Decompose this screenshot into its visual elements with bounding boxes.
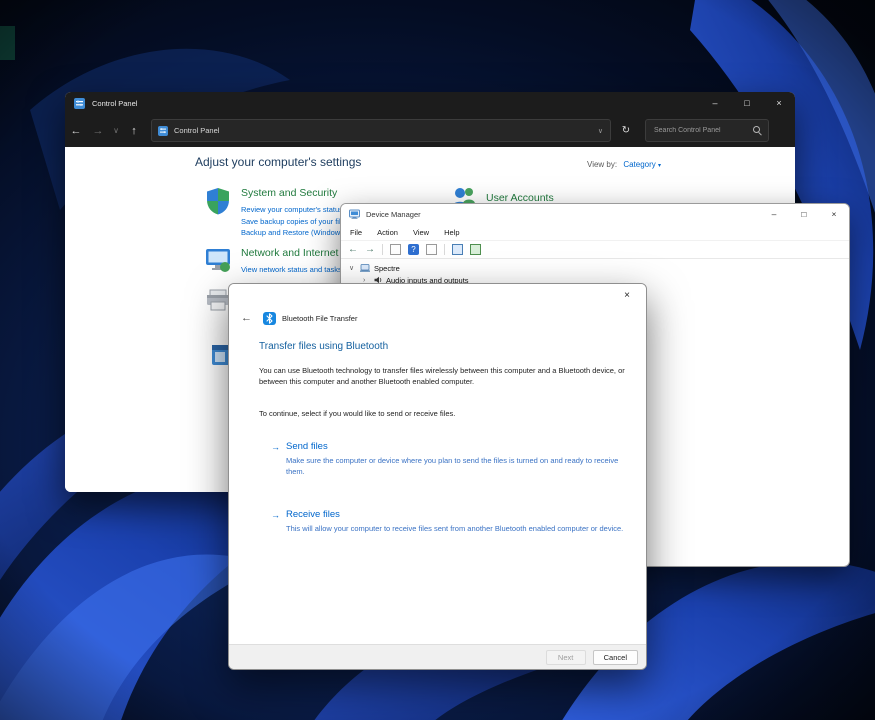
window-title: Device Manager (366, 210, 421, 219)
search-icon[interactable] (753, 126, 762, 135)
back-icon[interactable]: ← (65, 125, 87, 137)
maximize-button[interactable]: □ (731, 92, 763, 114)
intro-text: You can use Bluetooth technology to tran… (259, 365, 627, 387)
minimize-button[interactable]: – (699, 92, 731, 114)
send-files-description: Make sure the computer or device where y… (286, 455, 631, 477)
wizard-heading: Transfer files using Bluetooth (259, 341, 388, 352)
toolbar-forward-icon[interactable]: → (365, 245, 375, 255)
refresh-icon[interactable]: ↻ (615, 125, 637, 136)
device-manager-icon (349, 209, 360, 220)
toolbar-properties-icon[interactable] (426, 244, 437, 255)
dialog-content: Transfer files using Bluetooth You can u… (259, 328, 628, 644)
device-manager-titlebar[interactable]: Device Manager – □ × (341, 204, 849, 224)
tree-item-spectre[interactable]: ∨ Spectre (341, 262, 849, 274)
history-chevron-icon[interactable]: ∨ (109, 126, 123, 135)
toolbar: ← → ? (341, 240, 849, 259)
window-title: Control Panel (92, 99, 137, 108)
menu-help[interactable]: Help (444, 228, 459, 237)
menu-action[interactable]: Action (377, 228, 398, 237)
breadcrumb[interactable]: Control Panel ∨ (151, 119, 611, 142)
close-button[interactable]: × (763, 92, 795, 114)
toolbar-separator (444, 244, 445, 255)
desktop: Control Panel – □ × ← → ∨ ↑ Control Pan (0, 0, 875, 720)
send-files-link[interactable]: Send files (286, 441, 631, 452)
prompt-text: To continue, select if you would like to… (259, 408, 455, 419)
laptop-icon (360, 264, 370, 272)
breadcrumb-text: Control Panel (174, 126, 219, 135)
menu-file[interactable]: File (350, 228, 362, 237)
search-input[interactable] (646, 127, 768, 134)
receive-files-command[interactable]: → Receive files This will allow your com… (271, 509, 631, 534)
shield-icon (205, 187, 231, 215)
send-files-command[interactable]: → Send files Make sure the computer or d… (271, 441, 631, 477)
dialog-footer: Next Cancel (229, 644, 646, 669)
cancel-button[interactable]: Cancel (593, 650, 638, 665)
dialog-header: ← Bluetooth File Transfer (229, 308, 646, 328)
close-button[interactable]: × (819, 204, 849, 224)
dialog-titlebar[interactable]: × (229, 284, 646, 308)
next-button[interactable]: Next (546, 650, 586, 665)
bluetooth-file-transfer-dialog: × ← Bluetooth File Transfer Transfer fil… (228, 283, 647, 670)
view-by-value: Category (623, 160, 655, 169)
tree-label: Spectre (374, 264, 400, 273)
category-title-link[interactable]: Network and Internet (241, 247, 342, 259)
arrow-right-icon: → (271, 509, 280, 534)
bluetooth-icon (263, 312, 276, 325)
view-by-dropdown[interactable]: Category ▾ (623, 160, 661, 169)
menu-bar: File Action View Help (341, 224, 849, 240)
search-box (645, 119, 769, 142)
arrow-right-icon: → (271, 441, 280, 477)
window-controls: – □ × (759, 204, 849, 224)
window-controls: – □ × (699, 92, 795, 114)
control-panel-titlebar[interactable]: Control Panel – □ × (65, 92, 795, 114)
toolbar-separator (382, 244, 383, 255)
dialog-title: Bluetooth File Transfer (282, 314, 357, 323)
maximize-button[interactable]: □ (789, 204, 819, 224)
back-icon[interactable]: ← (241, 312, 252, 324)
network-monitor-icon (205, 247, 231, 273)
caret-down-icon: ▾ (658, 163, 661, 169)
toolbar-scan-hardware-icon[interactable] (452, 244, 463, 255)
forward-icon[interactable]: → (87, 125, 109, 137)
up-icon[interactable]: ↑ (123, 125, 145, 137)
minimize-button[interactable]: – (759, 204, 789, 224)
breadcrumb-dropdown-icon[interactable]: ∨ (598, 127, 603, 135)
view-by: View by: Category ▾ (587, 160, 661, 169)
explorer-navbar: ← → ∨ ↑ Control Panel ∨ ↻ (65, 114, 795, 147)
expander-down-icon[interactable]: ∨ (349, 264, 360, 272)
control-panel-small-icon (158, 126, 168, 136)
toolbar-help-icon[interactable]: ? (408, 244, 419, 255)
page-title: Adjust your computer's settings (195, 155, 361, 169)
menu-view[interactable]: View (413, 228, 429, 237)
category-sub-link[interactable]: View network status and tasks (241, 264, 342, 276)
toolbar-back-icon[interactable]: ← (348, 245, 358, 255)
category-title-link[interactable]: System and Security (241, 187, 404, 199)
close-icon[interactable]: × (608, 284, 646, 308)
view-by-label: View by: (587, 160, 617, 169)
receive-files-description: This will allow your computer to receive… (286, 523, 631, 534)
toolbar-update-driver-icon[interactable] (470, 244, 481, 255)
control-panel-app-icon (74, 98, 85, 109)
receive-files-link[interactable]: Receive files (286, 509, 631, 520)
category-network-and-internet: Network and Internet View network status… (205, 247, 342, 276)
toolbar-console-icon[interactable] (390, 244, 401, 255)
